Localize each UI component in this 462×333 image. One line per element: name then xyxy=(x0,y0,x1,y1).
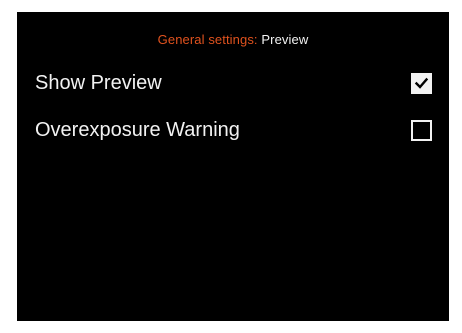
page-title: General settings: Preview xyxy=(17,32,449,47)
overexposure-warning-checkbox[interactable] xyxy=(411,120,432,141)
show-preview-label: Show Preview xyxy=(35,72,162,94)
show-preview-row[interactable]: Show Preview xyxy=(35,68,432,100)
page-name: Preview xyxy=(261,32,309,47)
section-title: General settings: xyxy=(157,32,258,47)
show-preview-checkbox[interactable] xyxy=(411,73,432,94)
overexposure-warning-label: Overexposure Warning xyxy=(35,119,240,141)
checkmark-icon xyxy=(414,77,429,89)
overexposure-warning-row[interactable]: Overexposure Warning xyxy=(35,115,432,147)
preview-settings-screen: General settings: Preview Show Preview O… xyxy=(17,12,449,321)
